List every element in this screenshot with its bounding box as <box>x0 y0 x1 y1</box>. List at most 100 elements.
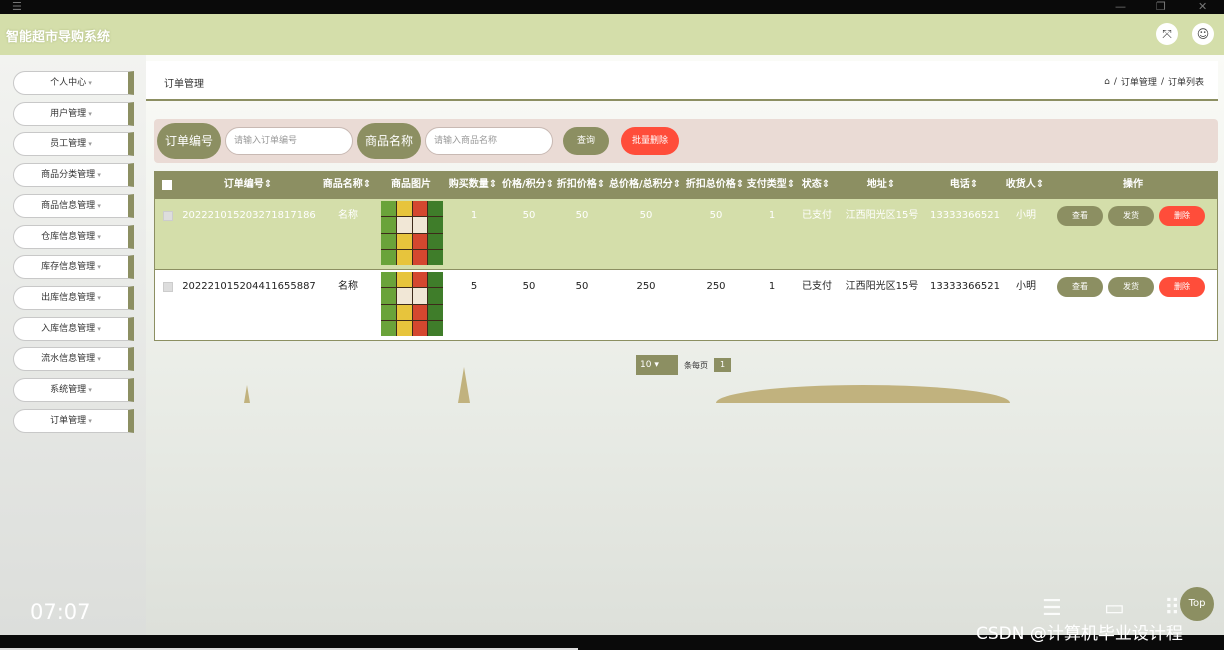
sidebar: 个人中心 ▾ 用户管理 ▾ 员工管理 ▾ 商品分类管理 ▾ 商品信息管理 ▾ 仓库信息管理… <box>0 55 146 635</box>
table-header: 订单编号⇕ 商品名称⇕ 商品图片 购买数量⇕ 价格/积分⇕ 折扣价格⇕ 总价格/… <box>154 171 1218 199</box>
th-pay-type[interactable]: 支付类型⇕ <box>746 171 796 199</box>
page-number[interactable]: 1 <box>714 358 731 372</box>
cell-phone: 13333366521 <box>930 281 1000 292</box>
expand-icon[interactable]: ⤧ <box>1156 23 1178 45</box>
th-qty[interactable]: 购买数量⇕ <box>446 171 500 199</box>
decorative-shape <box>458 367 470 403</box>
cell-price: 50 <box>522 210 536 221</box>
orders-table: 订单编号⇕ 商品名称⇕ 商品图片 购买数量⇕ 价格/积分⇕ 折扣价格⇕ 总价格/… <box>154 171 1218 341</box>
sidebar-item[interactable]: 系统管理 ▾ <box>13 378 134 402</box>
cell-discount-total: 50 <box>709 210 723 221</box>
restore-icon[interactable]: ❐ <box>1156 1 1166 12</box>
page-title: 订单管理 <box>164 79 204 90</box>
watermark: CSDN @计算机毕业设计程 <box>976 624 1183 644</box>
chevron-down-icon: ▾ <box>95 263 101 272</box>
batch-delete-button[interactable]: 批量删除 <box>621 127 679 155</box>
video-time: 07:07 <box>30 600 91 624</box>
select-all-checkbox[interactable] <box>162 180 172 190</box>
th-receiver[interactable]: 收货人⇕ <box>1002 171 1048 199</box>
sidebar-item[interactable]: 库存信息管理 ▾ <box>13 255 134 280</box>
breadcrumb-item: 订单列表 <box>1167 78 1204 88</box>
window-titlebar: ☰ — ❐ ✕ <box>0 0 1224 14</box>
th-image: 商品图片 <box>391 179 431 190</box>
minimize-icon[interactable]: — <box>1115 1 1126 12</box>
sidebar-item[interactable]: 入库信息管理 ▾ <box>13 316 134 341</box>
chevron-down-icon: ▾ <box>86 79 92 87</box>
home-icon[interactable]: ⌂ <box>1104 77 1110 87</box>
ship-button[interactable]: 发货 <box>1108 206 1154 226</box>
cell-discount-total: 250 <box>706 281 726 292</box>
sidebar-item[interactable]: 订单管理 ▾ <box>13 408 134 433</box>
cell-discount: 50 <box>575 281 589 292</box>
table-row[interactable]: 20222101520327181718​6 名称 1 50 50 50 50 … <box>154 199 1218 270</box>
page-size-select[interactable]: 10 ▾ <box>636 355 678 375</box>
sidebar-item[interactable]: 流水信息管理 ▾ <box>13 347 134 372</box>
cell-price: 50 <box>522 281 536 292</box>
th-order-no[interactable]: 订单编号⇕ <box>178 171 318 199</box>
th-total[interactable]: 总价格/总积分⇕ <box>606 171 684 199</box>
sidebar-item[interactable]: 用户管理 ▾ <box>13 101 134 126</box>
order-no-input[interactable]: 请输入订单编号 <box>225 127 353 155</box>
danmaku-icon[interactable]: ▭ <box>1104 596 1125 621</box>
product-name-input[interactable]: 请输入商品名称 <box>425 127 553 155</box>
cell-status: 已支付 <box>802 281 832 292</box>
cell-name: 名称 <box>338 210 358 221</box>
chevron-down-icon: ▾ <box>95 171 101 180</box>
th-name[interactable]: 商品名称⇕ <box>318 171 376 199</box>
product-image <box>381 272 443 336</box>
playlist-icon[interactable]: ☰ <box>1042 596 1062 621</box>
th-discount[interactable]: 折扣价格⇕ <box>556 171 606 199</box>
cell-address: 江西阳光区15号 <box>845 210 919 221</box>
th-actions: 操作 <box>1123 179 1143 190</box>
chevron-down-icon: ▾ <box>95 355 101 364</box>
sidebar-item[interactable]: 员工管理 ▾ <box>13 132 134 157</box>
decorative-shape <box>716 385 1010 403</box>
cell-status: 已支付 <box>802 210 832 221</box>
app-title: 智能超市导购系统 <box>6 30 111 45</box>
sidebar-item[interactable]: 出库信息管理 ▾ <box>13 285 134 310</box>
cell-pay-type: 1 <box>768 281 776 292</box>
th-phone[interactable]: 电话⇕ <box>926 171 1002 199</box>
table-row[interactable]: 20222101520441165588​7 名称 5 50 50 250 25… <box>154 270 1218 341</box>
row-checkbox[interactable] <box>163 282 173 292</box>
cell-address: 江西阳光区15号 <box>845 281 919 292</box>
chevron-down-icon: ▾ <box>86 140 92 149</box>
th-price[interactable]: 价格/积分⇕ <box>500 171 556 199</box>
sidebar-item[interactable]: 个人中心 ▾ <box>13 71 134 95</box>
back-to-top-button[interactable]: Top <box>1180 587 1214 621</box>
th-address[interactable]: 地址⇕ <box>836 171 926 199</box>
chevron-down-icon: ▾ <box>86 416 92 425</box>
row-checkbox[interactable] <box>163 211 173 221</box>
user-icon[interactable]: ☺ <box>1192 23 1214 45</box>
cell-order-no: 20222101520441165588​7 <box>182 281 316 292</box>
cell-receiver: 小明 <box>1016 210 1036 221</box>
breadcrumb-item[interactable]: 订单管理 <box>1121 75 1157 88</box>
delete-button[interactable]: 删除 <box>1159 206 1205 226</box>
chevron-down-icon: ▾ <box>95 293 101 302</box>
sidebar-item[interactable]: 仓库信息管理 ▾ <box>13 224 134 249</box>
grid-icon[interactable]: ⠿ <box>1164 596 1180 621</box>
chevron-down-icon: ▾ <box>95 232 101 241</box>
cell-total: 250 <box>636 281 656 292</box>
th-discount-total[interactable]: 折扣总价格⇕ <box>684 171 746 199</box>
view-button[interactable]: 查看 <box>1057 277 1103 297</box>
sidebar-item[interactable]: 商品信息管理 ▾ <box>13 193 134 218</box>
th-status[interactable]: 状态⇕ <box>796 171 836 199</box>
product-name-label: 商品名称 <box>357 123 421 159</box>
per-page-label: 条每页 <box>684 360 708 370</box>
sidebar-item[interactable]: 商品分类管理 ▾ <box>13 163 134 188</box>
menu-icon[interactable]: ☰ <box>12 1 22 12</box>
chevron-down-icon: ▾ <box>86 109 92 118</box>
delete-button[interactable]: 删除 <box>1159 277 1205 297</box>
chevron-down-icon: ▾ <box>95 201 101 210</box>
order-no-label: 订单编号 <box>157 123 221 159</box>
close-icon[interactable]: ✕ <box>1198 1 1207 12</box>
ship-button[interactable]: 发货 <box>1108 277 1154 297</box>
cell-total: 50 <box>639 210 653 221</box>
query-button[interactable]: 查询 <box>563 127 609 155</box>
breadcrumb-bar: 订单管理 ⌂ / 订单管理 / 订单列表 <box>146 61 1218 101</box>
view-button[interactable]: 查看 <box>1057 206 1103 226</box>
cell-name: 名称 <box>338 281 358 292</box>
breadcrumb: ⌂ / 订单管理 / 订单列表 <box>1104 75 1204 89</box>
pagination: 10 ▾ 条每页 1 <box>636 355 731 375</box>
